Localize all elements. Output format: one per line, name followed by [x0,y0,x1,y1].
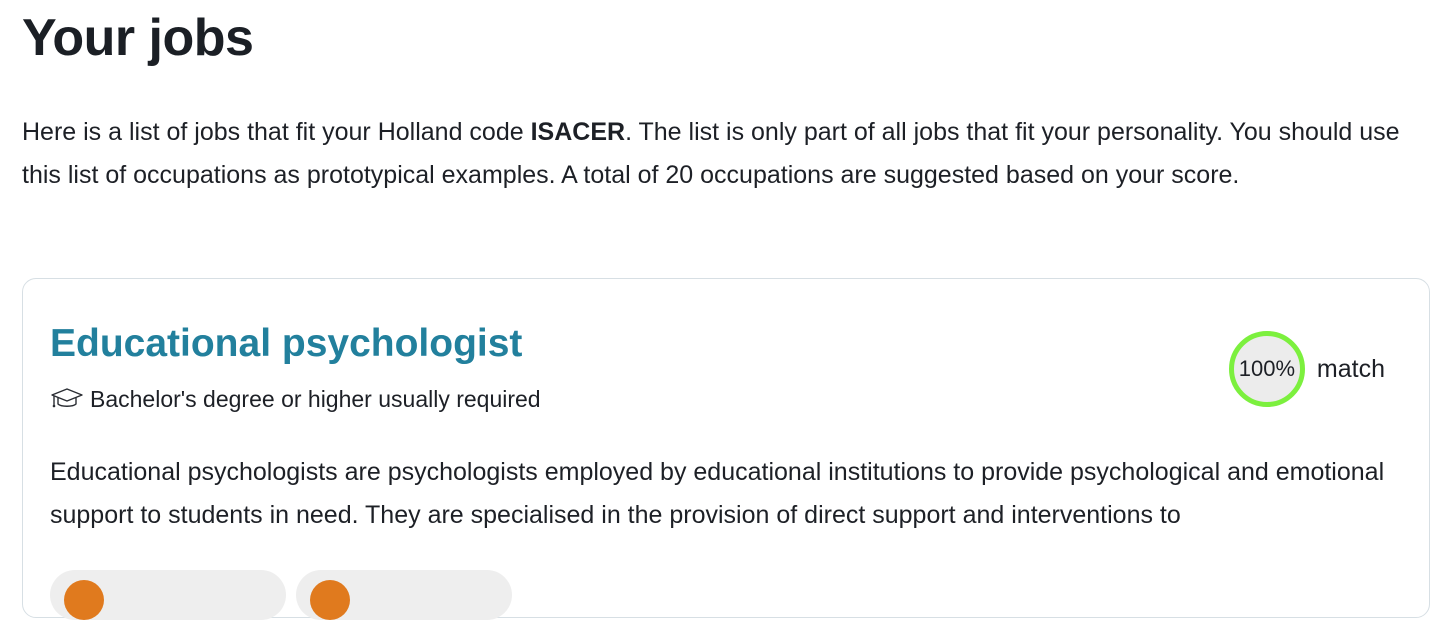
education-text: Bachelor's degree or higher usually requ… [90,385,541,412]
graduation-cap-icon [50,386,84,412]
match-percent: 100% [1238,356,1296,381]
job-card[interactable]: Educational psychologist Bachelor's degr… [22,278,1430,620]
personality-tag[interactable] [296,570,512,620]
job-description: Educational psychologists are psychologi… [50,458,1385,529]
holland-code: ISACER [530,118,626,146]
match-indicator: 100% match [1228,331,1385,407]
education-requirement: Bachelor's degree or higher usually requ… [50,383,541,415]
job-title[interactable]: Educational psychologist [50,319,522,369]
intro-text: Here is a list of jobs that fit your Hol… [22,111,1422,197]
page-title: Your jobs [22,9,254,67]
match-progress-ring: 100% [1228,331,1305,407]
orange-circle-icon [64,580,104,620]
personality-tag[interactable] [50,570,286,620]
personality-tags [50,570,512,620]
match-label: match [1316,354,1385,383]
orange-circle-icon [310,580,350,620]
intro-before-code: Here is a list of jobs that fit your Hol… [22,118,531,146]
